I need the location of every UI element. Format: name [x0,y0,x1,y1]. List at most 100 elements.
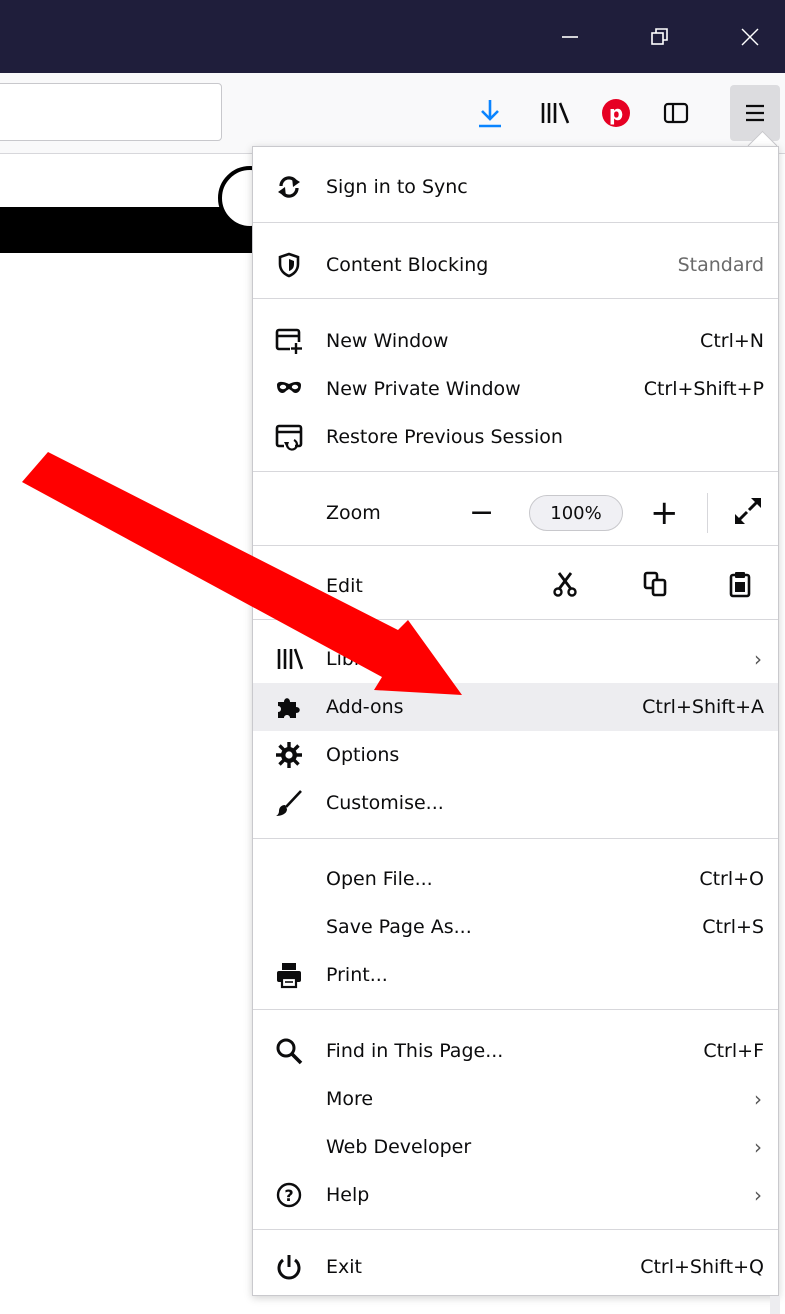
sidebar-icon [663,102,689,124]
menu-item-more[interactable]: More › [253,1075,778,1123]
menu-item-label: Exit [326,1256,362,1278]
library-icon [541,102,570,124]
downloads-button[interactable] [470,87,510,139]
menu-item-addons[interactable]: Add-ons Ctrl+Shift+A [253,683,778,731]
separator [253,471,778,472]
menu-item-label: Edit [326,575,363,597]
menu-item-help[interactable]: ? Help › [253,1171,778,1219]
restore-button[interactable] [626,0,694,73]
minimize-button[interactable] [536,0,604,73]
menu-item-label: Help [326,1184,370,1206]
shortcut: Ctrl+N [700,330,764,352]
library-button[interactable] [535,87,575,139]
pinterest-icon: p [602,99,630,127]
menu-item-label: Customise... [326,792,444,814]
separator [253,222,778,223]
chevron-right-icon: › [754,1135,762,1159]
menu-item-label: New Window [326,330,449,352]
mask-icon [275,375,303,403]
menu-item-label: Find in This Page... [326,1040,504,1062]
restore-session-icon [275,423,303,451]
menu-item-new-private-window[interactable]: New Private Window Ctrl+Shift+P [253,365,778,413]
shield-icon [275,251,303,279]
separator [253,838,778,839]
new-window-icon [275,327,303,355]
puzzle-icon [275,693,303,721]
gear-icon [275,741,303,769]
menu-item-restore-session[interactable]: Restore Previous Session [253,413,778,461]
menu-item-label: Content Blocking [326,254,489,276]
menu-item-find[interactable]: Find in This Page... Ctrl+F [253,1027,778,1075]
svg-text:p: p [609,101,623,125]
menu-item-open-file[interactable]: Open File... Ctrl+O [253,855,778,903]
minimize-icon [562,35,578,38]
menu-item-save-page[interactable]: Save Page As... Ctrl+S [253,903,778,951]
fullscreen-button[interactable] [733,496,763,531]
menu-item-content-blocking[interactable]: Content Blocking Standard [253,241,778,289]
brush-icon [275,789,303,817]
hamburger-menu-icon [746,104,764,122]
menu-item-label: Restore Previous Session [326,426,563,448]
menu-item-label: Library [326,648,393,670]
printer-icon [275,961,303,989]
menu-item-exit[interactable]: Exit Ctrl+Shift+Q [253,1243,778,1291]
sidebar-button[interactable] [656,87,696,139]
separator [253,1229,778,1230]
menu-item-label: More [326,1088,374,1110]
menu-item-sign-in-sync[interactable]: Sign in to Sync [253,163,778,211]
content-blocking-level: Standard [677,254,764,276]
menu-item-print[interactable]: Print... [253,951,778,999]
svg-text:?: ? [284,1186,293,1205]
close-button[interactable] [716,0,784,73]
chevron-right-icon: › [754,1183,762,1207]
close-icon [741,28,759,45]
download-icon [479,100,501,128]
separator [253,1009,778,1010]
help-icon: ? [275,1181,303,1209]
menu-item-zoom: Zoom − 100% + [253,489,778,537]
cut-button[interactable] [553,571,577,602]
shortcut: Ctrl+Shift+P [643,378,764,400]
menu-item-web-developer[interactable]: Web Developer › [253,1123,778,1171]
menu-item-label: Print... [326,964,388,986]
copy-button[interactable] [643,571,667,602]
scroll-edge [770,1296,780,1314]
shortcut: Ctrl+F [703,1040,764,1062]
library-icon [275,645,303,673]
cut-icon [553,571,577,597]
zoom-reset-button[interactable]: 100% [529,495,623,531]
menu-item-label: Zoom [326,502,381,524]
sync-icon [275,173,303,201]
separator [253,298,778,299]
pinterest-button[interactable]: p [596,87,636,139]
copy-icon [643,571,667,596]
power-icon [275,1253,303,1281]
url-bar[interactable] [0,83,222,141]
zoom-out-button[interactable]: − [469,498,494,528]
page-banner [0,207,260,253]
fullscreen-icon [735,497,761,524]
separator [253,545,778,546]
chevron-right-icon: › [754,647,762,671]
menu-item-label: Save Page As... [326,916,472,938]
menu-item-label: Add-ons [326,696,404,718]
app-menu-panel: Sign in to Sync Content Blocking Standar… [252,146,779,1296]
menu-item-options[interactable]: Options [253,731,778,779]
restore-icon [651,27,668,45]
menu-item-label: New Private Window [326,378,521,400]
shortcut: Ctrl+Shift+Q [640,1256,764,1278]
zoom-in-button[interactable]: + [650,496,679,530]
paste-icon [729,571,751,597]
menu-item-customise[interactable]: Customise... [253,779,778,827]
open-menu-button[interactable] [730,85,780,141]
chevron-right-icon: › [754,1087,762,1111]
search-icon [275,1037,303,1065]
paste-button[interactable] [729,570,751,603]
menu-item-new-window[interactable]: New Window Ctrl+N [253,317,778,365]
menu-item-label: Sign in to Sync [326,176,468,198]
menu-item-label: Open File... [326,868,433,890]
separator [707,493,708,533]
menu-item-library[interactable]: Library › [253,635,778,683]
title-bar [0,0,785,73]
menu-item-edit: Edit [253,562,778,610]
